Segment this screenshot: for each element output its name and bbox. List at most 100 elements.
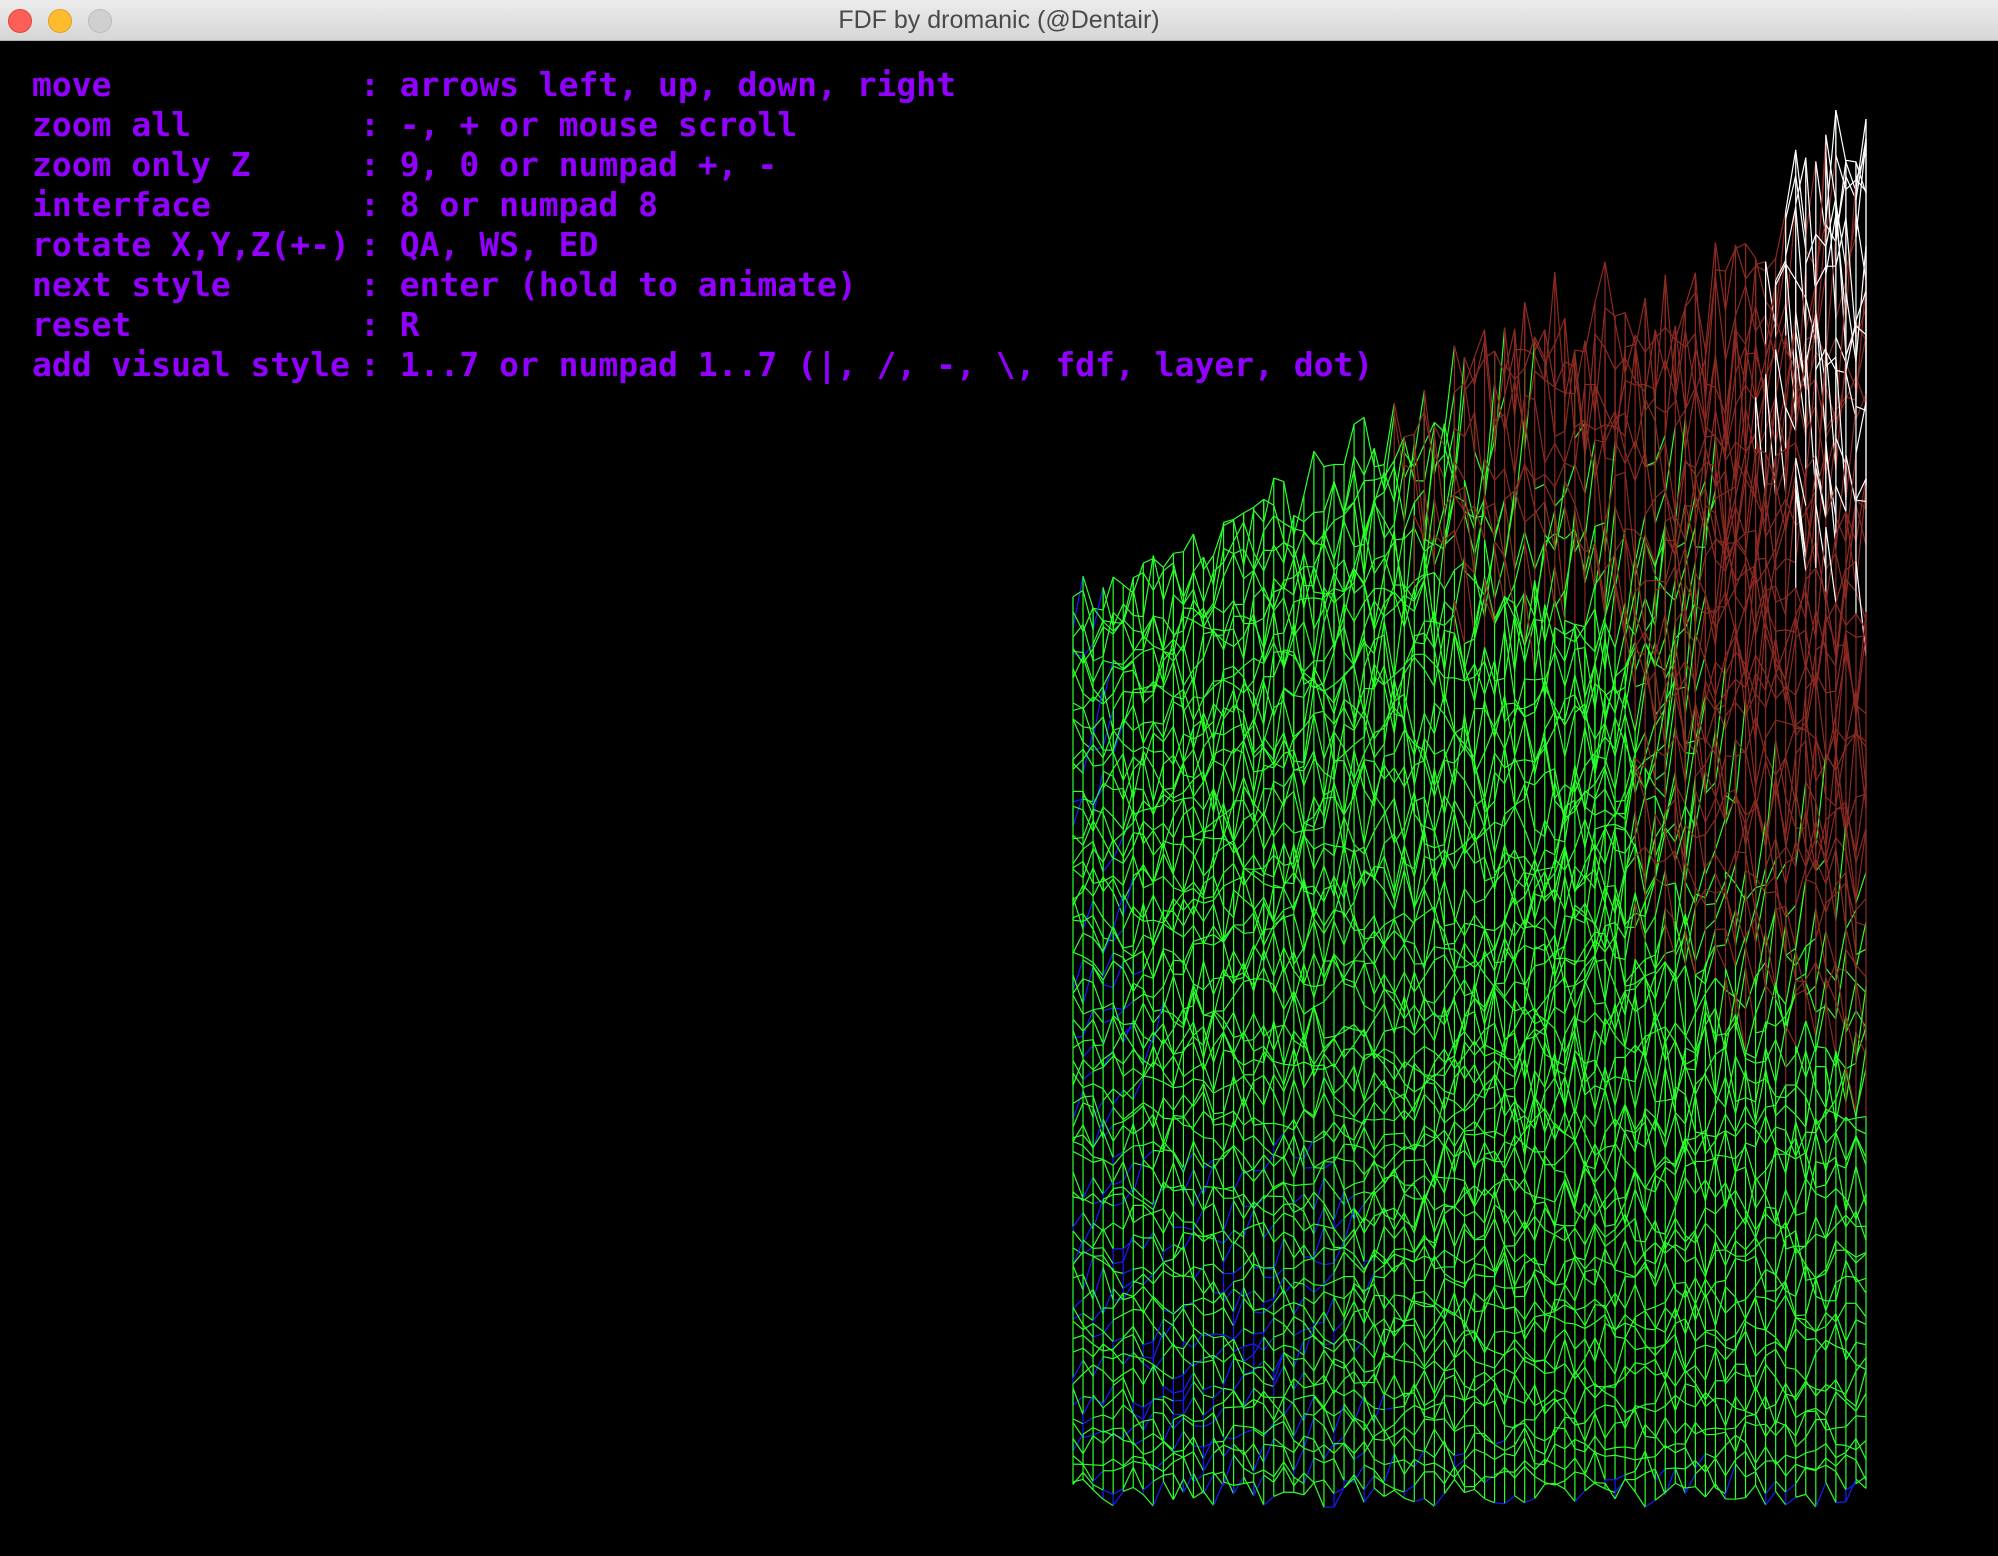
terrain-edge [1233, 512, 1244, 520]
terrain-edge [1373, 743, 1385, 759]
terrain-edge [1855, 401, 1867, 454]
terrain-edge [1393, 833, 1405, 864]
terrain-edge [1463, 779, 1476, 800]
terrain-edge [1162, 568, 1174, 601]
terrain-edge [1494, 350, 1506, 374]
terrain-edge [1183, 797, 1194, 800]
terrain-edge [1524, 828, 1536, 857]
terrain-edge [1443, 569, 1455, 590]
terrain-edge [1805, 671, 1817, 731]
terrain-edge [1163, 910, 1174, 913]
terrain-edge [1453, 357, 1466, 477]
terrain-edge [1263, 544, 1275, 572]
terrain-edge [1604, 687, 1616, 697]
terrain-edge [1263, 781, 1275, 817]
terrain-edge [1253, 530, 1265, 570]
title-bar[interactable]: FDF by dromanic (@Dentair) [0, 0, 1998, 41]
terrain-edge [1424, 620, 1435, 623]
terrain-edge [1203, 602, 1215, 618]
terrain-edge [1213, 628, 1224, 632]
terrain-edge [1373, 634, 1385, 641]
terrain-edge [1243, 752, 1255, 793]
terrain-edge [1072, 919, 1084, 923]
terrain-edge [1253, 812, 1265, 850]
terrain-edge [1102, 709, 1114, 747]
terrain-edge [1162, 843, 1174, 874]
terrain-edge [1383, 764, 1395, 784]
terrain-edge [1072, 706, 1084, 712]
terrain-edge [1524, 762, 1536, 799]
terrain-edge [1263, 854, 1275, 869]
terrain-edge [1604, 347, 1616, 370]
terrain-edge [1092, 782, 1104, 806]
terrain-edge [1193, 696, 1204, 699]
terrain-edge [1453, 391, 1466, 483]
terrain-edge [1072, 848, 1084, 865]
terrain-edge [1483, 826, 1496, 873]
terrain-edge [1092, 660, 1104, 683]
terrain-edge [1183, 607, 1194, 610]
terrain-edge [1142, 693, 1154, 704]
terrain-edge [1343, 848, 1355, 899]
render-area[interactable]: move: arrows left, up, down, right zoom … [0, 41, 1998, 1556]
terrain-edge [1333, 481, 1345, 514]
terrain-edge [1223, 679, 1234, 686]
terrain-edge [1132, 651, 1144, 661]
terrain-edge [1483, 329, 1496, 432]
terrain-edge [1524, 702, 1536, 709]
terrain-edge [1182, 588, 1194, 605]
terrain-edge [1373, 476, 1385, 481]
terrain-edge [1263, 872, 1274, 878]
terrain-edge [1654, 786, 1666, 798]
terrain-edge [1323, 772, 1335, 780]
terrain-edge [1293, 768, 1304, 772]
terrain-edge [1714, 242, 1727, 312]
terrain-edge [1183, 616, 1194, 622]
terrain-edge [1142, 722, 1154, 744]
terrain-edge [1373, 813, 1385, 832]
terrain-edge [1514, 855, 1525, 859]
terrain-edge [1343, 424, 1355, 465]
terrain-edge [1433, 758, 1445, 787]
terrain-edge [1183, 774, 1194, 778]
terrain-edge [1203, 896, 1214, 900]
terrain-edge [1182, 533, 1194, 552]
terrain-edge [1413, 410, 1425, 435]
terrain-edge [1624, 556, 1636, 631]
terrain-edge [1815, 503, 1827, 570]
terrain-edge [1634, 556, 1646, 632]
terrain-edge [1473, 833, 1486, 882]
terrain-edge [1212, 832, 1225, 866]
terrain-edge [1654, 613, 1666, 657]
terrain-edge [1554, 651, 1566, 687]
terrain-edge [1243, 854, 1255, 869]
terrain-edge [1283, 790, 1295, 802]
terrain-edge [1122, 622, 1134, 650]
terrain-edge [1353, 416, 1365, 425]
terrain-edge [1443, 600, 1456, 671]
terrain-edge [1464, 638, 1475, 645]
terrain-edge [1203, 686, 1214, 699]
terrain-edge [1203, 836, 1214, 840]
terrain-edge [1715, 269, 1726, 272]
terrain-edge [1142, 555, 1154, 617]
terrain-edge [1153, 919, 1164, 924]
terrain-edge [1454, 725, 1465, 734]
terrain-edge [1494, 677, 1505, 682]
terrain-edge [1604, 788, 1616, 812]
terrain-edge [1072, 656, 1084, 679]
terrain-edge [1192, 570, 1205, 603]
terrain-edge [1524, 759, 1535, 763]
terrain-edge [1173, 688, 1184, 698]
terrain-edge [1704, 276, 1717, 359]
terrain-edge [1805, 729, 1817, 740]
terrain-edge [1374, 865, 1385, 869]
terrain-edge [1233, 739, 1245, 793]
terrain-edge [1192, 797, 1204, 811]
terrain-edge [1765, 719, 1777, 739]
terrain-edge [1454, 677, 1465, 682]
terrain-edge [1153, 750, 1164, 753]
terrain-edge [1303, 758, 1315, 787]
terrain-edge [1644, 329, 1656, 393]
terrain-edge [1544, 510, 1556, 552]
